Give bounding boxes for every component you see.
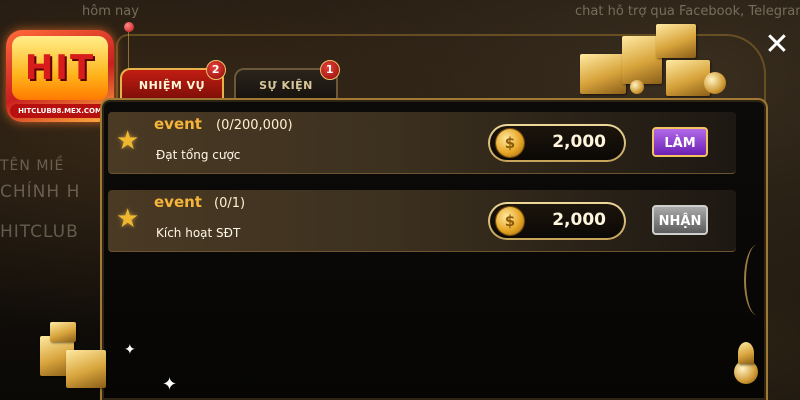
coin-icon: $ — [496, 207, 524, 235]
sparkle-icon: ✦ — [162, 374, 178, 395]
close-icon[interactable]: ✕ — [762, 30, 792, 60]
ribbon-decoration — [744, 245, 770, 315]
task-progress: (0/200,000) — [216, 118, 293, 133]
gift-box — [656, 24, 696, 58]
logo-badge: HIT — [12, 36, 108, 100]
gift-boxes-decoration — [570, 24, 750, 102]
task-progress: (0/1) — [214, 196, 246, 211]
star-icon: ★ — [116, 126, 140, 156]
background-left-text-2: CHÍNH H — [0, 182, 81, 202]
tab-label: SỰ KIỆN — [259, 79, 313, 92]
sparkle-icon: ✦ — [124, 342, 136, 358]
red-ornament — [124, 22, 134, 32]
reward-value: 2,000 — [552, 132, 606, 152]
task-description: Đạt tổng cược — [156, 148, 241, 162]
gift-box — [580, 54, 626, 94]
trophy-cup — [738, 342, 754, 364]
tab-badge: 2 — [206, 60, 226, 80]
gold-ball — [630, 80, 644, 94]
task-description: Kích hoạt SĐT — [156, 226, 241, 240]
trophy-decoration — [716, 330, 776, 390]
hitclub-logo: HIT HITCLUB88.MEX.COM — [6, 30, 114, 122]
star-icon: ★ — [116, 204, 140, 234]
gift-boxes-decoration — [36, 322, 116, 392]
task-row: ★ event (0/200,000) Đạt tổng cược $ 2,00… — [108, 112, 736, 174]
ornament-string — [128, 32, 129, 72]
task-name: event — [154, 115, 202, 133]
gift-box — [50, 322, 76, 342]
background-left-text-1: TÊN MIỀ — [0, 158, 65, 174]
reward-value: 2,000 — [552, 210, 606, 230]
background-top-right-text: chat hỗ trợ qua Facebook, Telegram — [575, 4, 800, 19]
coin-icon: $ — [496, 129, 524, 157]
gift-box — [66, 350, 106, 388]
gift-box — [666, 60, 710, 96]
tab-su-kien[interactable]: SỰ KIỆN 1 — [234, 60, 340, 100]
do-task-button[interactable]: LÀM — [652, 127, 708, 157]
task-name: event — [154, 193, 202, 211]
tab-label: NHIỆM VỤ — [138, 79, 206, 92]
tab-badge: 1 — [320, 60, 340, 80]
reward-pill: $ 2,000 — [488, 202, 626, 240]
gold-ball — [704, 72, 726, 94]
task-row: ★ event (0/1) Kích hoạt SĐT $ 2,000 NHẬN — [108, 190, 736, 252]
logo-url: HITCLUB88.MEX.COM — [10, 104, 110, 118]
background-left-text-3: HITCLUB — [0, 222, 79, 242]
claim-button[interactable]: NHẬN — [652, 205, 708, 235]
logo-word: HIT — [24, 48, 96, 88]
reward-pill: $ 2,000 — [488, 124, 626, 162]
tab-nhiem-vu[interactable]: NHIỆM VỤ 2 — [120, 60, 226, 100]
background-top-left-text: hôm nay — [82, 4, 139, 19]
